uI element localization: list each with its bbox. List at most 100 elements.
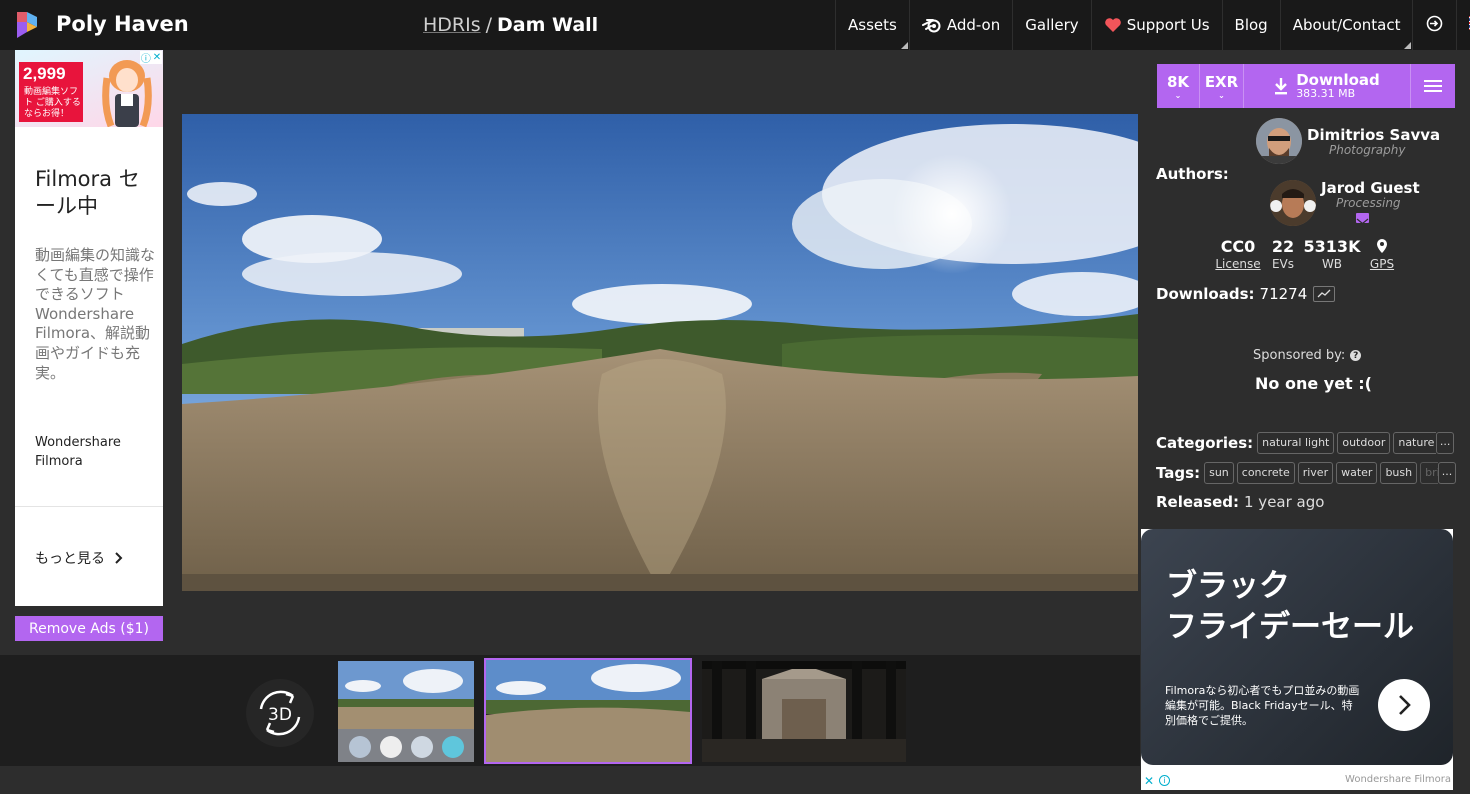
right-ad[interactable]: ブラック フライデーセール Filmoraなら初心者でもプロ並みの動画編集が可能… <box>1141 529 1453 790</box>
nav-support-label: Support Us <box>1126 16 1210 34</box>
stat-gps[interactable]: GPS <box>1368 238 1396 272</box>
ad-price: 2,999 <box>23 64 66 83</box>
tag-item[interactable]: concrete <box>1236 462 1295 484</box>
right-ad-arrow-button[interactable] <box>1378 679 1430 731</box>
thumbnail-spheres[interactable] <box>338 661 474 762</box>
ad-more-link[interactable]: もっと見る <box>35 548 125 568</box>
evs-value: 22 <box>1271 237 1295 256</box>
tags-more-button[interactable]: ... <box>1438 462 1456 484</box>
category-tag[interactable]: natural light <box>1257 432 1335 454</box>
nav-assets-label: Assets <box>848 16 897 34</box>
download-bar: 8K ⌄ EXR ⌄ Download 383.31 MB <box>1157 64 1455 108</box>
tag-item[interactable]: brid <box>1420 462 1438 484</box>
download-options-menu[interactable] <box>1411 64 1455 108</box>
stat-license[interactable]: CC0 License <box>1215 238 1261 272</box>
blender-icon <box>921 17 942 33</box>
ad-choices-close[interactable]: ⓘ ✕ <box>140 51 162 65</box>
author-role-1: Photography <box>1329 143 1406 157</box>
evs-label: EVs <box>1271 257 1295 271</box>
breadcrumb-separator: / <box>485 14 493 36</box>
nav-about[interactable]: About/Contact <box>1279 0 1413 50</box>
nav-support[interactable]: Support Us <box>1090 0 1222 50</box>
tag-item[interactable]: river <box>1297 462 1334 484</box>
wb-label: WB <box>1321 257 1343 271</box>
wb-value: 5313K <box>1303 237 1361 256</box>
downloads-label: Downloads: <box>1156 285 1255 303</box>
nav-addon[interactable]: Add-on <box>908 0 1012 50</box>
login-icon <box>1426 15 1443 36</box>
right-ad-title-line1: ブラック <box>1166 568 1290 604</box>
close-icon: ✕ <box>152 52 162 63</box>
license-value: CC0 <box>1220 237 1256 256</box>
ad-banner-image: 2,999 動画編集ソフト ご購入するならお得！ ⓘ ✕ <box>15 50 163 127</box>
ad-close-icon[interactable]: ✕ <box>1144 774 1154 788</box>
right-ad-title: ブラック フライデーセール <box>1166 566 1436 648</box>
hdri-preview-image[interactable] <box>182 114 1138 591</box>
tag-item[interactable]: sun <box>1204 462 1234 484</box>
author-avatar-jarod[interactable] <box>1270 180 1316 226</box>
ad-divider <box>15 506 163 507</box>
mail-icon[interactable] <box>1356 213 1369 225</box>
brand-name[interactable]: Poly Haven <box>56 12 189 36</box>
chevron-right-icon <box>1399 695 1411 715</box>
ad-more-label: もっと見る <box>35 551 105 567</box>
tag-item[interactable]: bush <box>1380 462 1418 484</box>
ad-description: 動画編集の知識なくても直感で操作できるソフトWondershare Filmor… <box>35 246 156 382</box>
categories-label: Categories: <box>1156 434 1254 452</box>
author-name-2[interactable]: Jarod Guest <box>1321 179 1420 197</box>
nav-gallery[interactable]: Gallery <box>1012 0 1090 50</box>
ad-brand: Wondershare Filmora <box>35 435 121 469</box>
tags-row: Tags: sun concrete river water bush brid… <box>1156 461 1456 485</box>
main-nav: Assets Add-on Gallery Support Us Blog Ab… <box>835 0 1470 50</box>
left-ad[interactable]: 2,999 動画編集ソフト ご購入するならお得！ ⓘ ✕ Filmora セール中… <box>15 50 163 606</box>
nav-blog-label: Blog <box>1234 16 1268 34</box>
nav-addon-label: Add-on <box>946 16 1001 34</box>
thumbnail-courtyard[interactable] <box>702 661 906 762</box>
nav-assets[interactable]: Assets <box>835 0 909 50</box>
breadcrumb-hdris-link[interactable]: HDRIs <box>423 14 481 36</box>
categories-more-button[interactable]: ... <box>1436 432 1455 454</box>
author-name-1[interactable]: Dimitrios Savva <box>1307 126 1440 144</box>
categories-row: Categories: natural light outdoor nature… <box>1156 431 1456 455</box>
sponsored-label: Sponsored by: ? <box>1253 348 1362 363</box>
download-label: Download <box>1296 70 1380 89</box>
view-3d-button[interactable]: 3D <box>246 679 314 747</box>
hamburger-menu-icon <box>1424 80 1442 92</box>
released-label: Released: <box>1156 493 1239 511</box>
format-dropdown[interactable]: EXR ⌄ <box>1200 64 1244 108</box>
polyhaven-logo-icon[interactable] <box>14 10 40 40</box>
license-label: License <box>1215 257 1261 271</box>
sponsored-value: No one yet :( <box>1255 374 1372 393</box>
resolution-value: 8K <box>1166 72 1190 91</box>
remove-ads-button[interactable]: Remove Ads ($1) <box>15 616 163 641</box>
thumbnail-panorama-selected[interactable] <box>484 658 692 764</box>
help-icon[interactable]: ? <box>1350 350 1362 361</box>
ad-info-icon[interactable]: i <box>1159 775 1170 786</box>
login-button[interactable] <box>1412 0 1456 50</box>
breadcrumb: HDRIs / Dam Wall <box>423 14 598 36</box>
heart-icon <box>1104 17 1122 33</box>
download-icon <box>1275 78 1288 95</box>
right-ad-title-line2: フライデーセール <box>1166 609 1414 645</box>
downloads-value: 71274 <box>1259 285 1308 303</box>
category-tag[interactable]: nature <box>1393 432 1437 454</box>
resolution-dropdown[interactable]: 8K ⌄ <box>1157 64 1200 108</box>
category-tag[interactable]: outdoor <box>1337 432 1391 454</box>
anime-character-illustration <box>102 60 152 127</box>
rotate-3d-icon: 3D <box>259 690 301 736</box>
language-button[interactable] <box>1456 0 1470 50</box>
nav-blog[interactable]: Blog <box>1221 0 1280 50</box>
categories-list: natural light outdoor nature p <box>1257 432 1437 454</box>
right-ad-text: Filmoraなら初心者でもプロ並みの動画編集が可能。Black Fridayセ… <box>1165 684 1360 727</box>
chevron-down-icon: ⌄ <box>1174 90 1182 100</box>
tags-label: Tags: <box>1156 464 1201 482</box>
released-value: 1 year ago <box>1244 493 1325 511</box>
graph-icon[interactable] <box>1313 286 1336 302</box>
author-avatar-dimitrios[interactable] <box>1256 118 1302 164</box>
author-role-2: Processing <box>1336 196 1401 210</box>
map-pin-icon <box>1377 239 1387 253</box>
download-button[interactable]: Download 383.31 MB <box>1244 64 1411 108</box>
download-size: 383.31 MB <box>1296 86 1356 100</box>
tag-item[interactable]: water <box>1336 462 1378 484</box>
sponsored-text: Sponsored by: <box>1253 348 1346 363</box>
